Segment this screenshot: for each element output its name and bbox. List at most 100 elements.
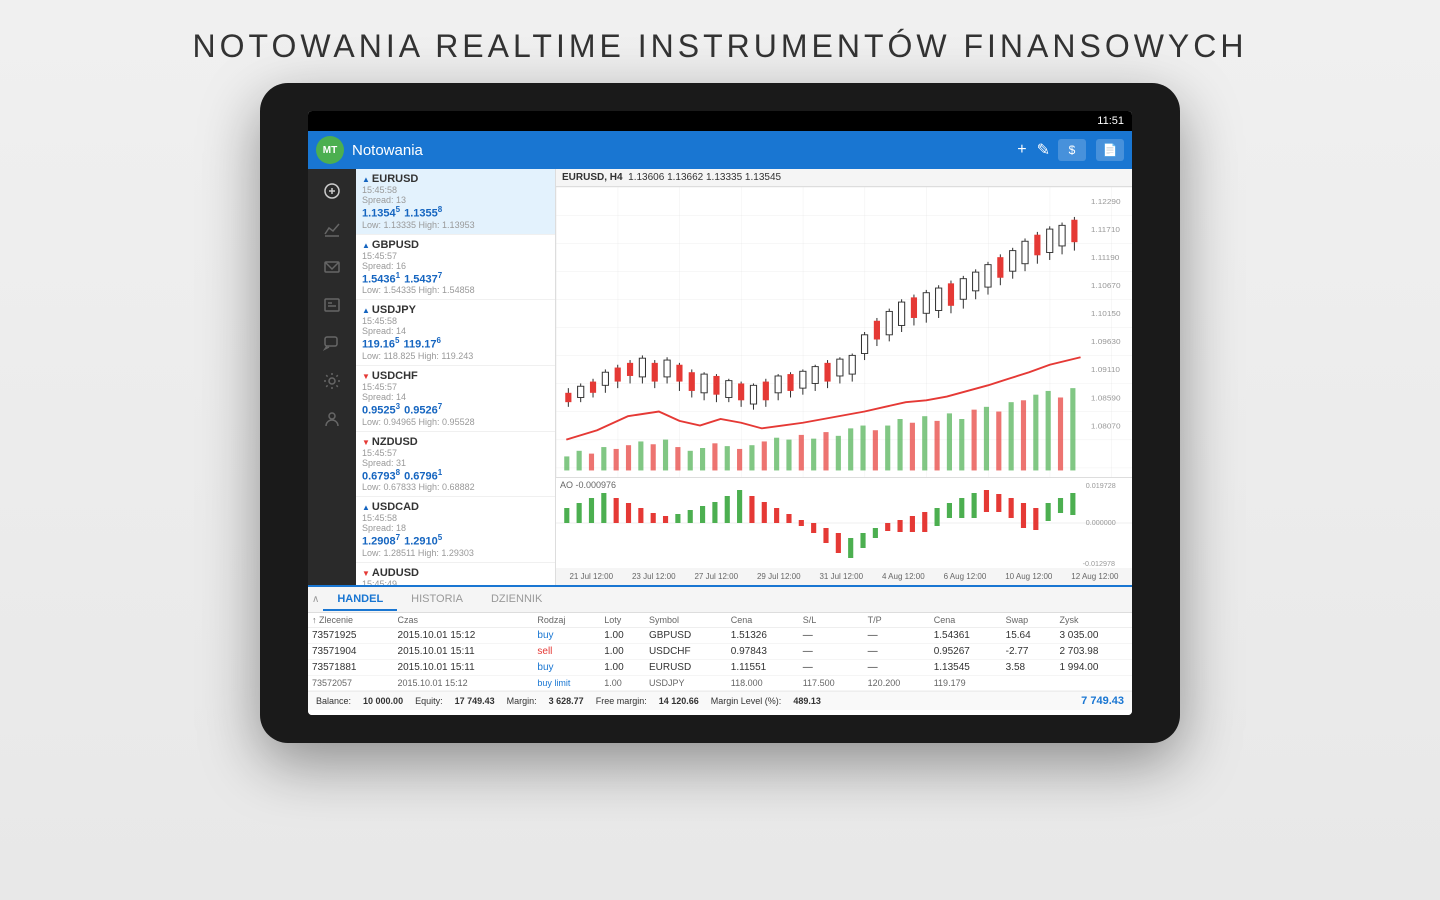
sidebar-settings-icon[interactable] <box>314 363 350 399</box>
ask-price: 0.67961 <box>404 468 442 483</box>
order-time: 2015.10.01 15:11 <box>394 644 534 660</box>
ask-super: 7 <box>438 271 442 280</box>
sidebar-quotes-icon[interactable] <box>314 173 350 209</box>
table-row[interactable]: 73571904 2015.10.01 15:11 sell 1.00 USDC… <box>308 644 1132 660</box>
svg-text:1.09630: 1.09630 <box>1091 338 1121 347</box>
order-lots: 1.00 <box>600 628 645 644</box>
sidebar <box>308 169 356 585</box>
margin-value: 3 628.77 <box>549 696 584 706</box>
currency-icon[interactable]: $ <box>1058 139 1086 161</box>
svg-text:1.12290: 1.12290 <box>1091 197 1121 206</box>
order-type: buy <box>533 628 600 644</box>
pair-name: ▼NZDUSD <box>362 436 418 448</box>
low-high: Low: 1.54335 High: 1.54858 <box>362 285 549 295</box>
ao-label: AO -0.000976 <box>560 480 616 490</box>
pending-order-lots: 1.00 <box>600 676 645 691</box>
quote-item-gbpusd[interactable]: ▲GBPUSD 15:45:57 Spread: 16 1.54361 1.54… <box>356 235 555 301</box>
quote-time: 15:45:58 <box>362 185 549 195</box>
pair-name: ▲GBPUSD <box>362 239 419 251</box>
table-row[interactable]: 73571881 2015.10.01 15:11 buy 1.00 EURUS… <box>308 660 1132 676</box>
pending-order-id: 73572057 <box>308 676 394 691</box>
svg-text:-0.012978: -0.012978 <box>1083 560 1115 568</box>
tab-handel[interactable]: HANDEL <box>323 589 397 611</box>
col-zysk: Zysk <box>1055 613 1132 628</box>
ask-price: 119.176 <box>404 336 442 351</box>
order-sl: — <box>799 628 864 644</box>
quote-item-usdjpy[interactable]: ▲USDJPY 15:45:58 Spread: 14 119.165 119.… <box>356 300 555 366</box>
tab-dziennik[interactable]: DZIENNIK <box>477 589 556 611</box>
balance-label: Balance: <box>316 696 351 706</box>
pair-name: ▼USDCHF <box>362 370 418 382</box>
order-cur-price: 1.54361 <box>930 628 1002 644</box>
clock: 11:51 <box>1097 115 1124 127</box>
order-profit: 2 703.98 <box>1055 644 1132 660</box>
quote-item-usdchf[interactable]: ▼USDCHF 15:45:57 Spread: 14 0.95253 0.95… <box>356 366 555 432</box>
col-tp: T/P <box>864 613 930 628</box>
col-symbol: Symbol <box>645 613 727 628</box>
tablet-screen: 11:51 MT Notowania + ✎ $ 📄 <box>308 111 1132 715</box>
margin-level-label: Margin Level (%): <box>711 696 782 706</box>
order-type: buy <box>533 660 600 676</box>
col-loty: Loty <box>600 613 645 628</box>
bid-price: 0.67938 <box>362 468 400 483</box>
trend-arrow: ▲ <box>362 306 370 315</box>
col-zlecenie: ↑ Zlecenie <box>308 613 394 628</box>
quote-spread: Spread: 18 <box>362 523 549 533</box>
quote-prices: 0.67938 0.67961 <box>362 468 549 483</box>
bid-super: 8 <box>396 468 400 477</box>
svg-text:0.000000: 0.000000 <box>1086 519 1116 527</box>
pending-order-price: 118.000 <box>727 676 799 691</box>
pending-order-type: buy limit <box>533 676 600 691</box>
sidebar-terminal-icon[interactable] <box>314 287 350 323</box>
quote-spread: Spread: 13 <box>362 195 549 205</box>
col-cena: Cena <box>727 613 799 628</box>
order-symbol: GBPUSD <box>645 628 727 644</box>
quote-item-usdcad[interactable]: ▲USDCAD 15:45:58 Spread: 18 1.29087 1.29… <box>356 497 555 563</box>
col-czas: Czas <box>394 613 534 628</box>
table-row[interactable]: 73571925 2015.10.01 15:12 buy 1.00 GBPUS… <box>308 628 1132 644</box>
tab-historia[interactable]: HISTORIA <box>397 589 477 611</box>
bottom-section: ∧ HANDEL HISTORIA DZIENNIK ↑ Zlecenie Cz… <box>308 585 1132 715</box>
low-high: Low: 118.825 High: 119.243 <box>362 351 549 361</box>
pending-order-row[interactable]: 73572057 2015.10.01 15:12 buy limit 1.00… <box>308 676 1132 691</box>
quote-item-eurusd[interactable]: ▲EURUSD 15:45:58 Spread: 13 1.13545 1.13… <box>356 169 555 235</box>
pending-order-swap <box>1002 676 1056 691</box>
order-profit: 3 035.00 <box>1055 628 1132 644</box>
order-symbol: EURUSD <box>645 660 727 676</box>
col-cur-cena: Cena <box>930 613 1002 628</box>
bid-super: 5 <box>396 205 400 214</box>
chart-area: EURUSD, H4 1.13606 1.13662 1.13335 1.135… <box>556 169 1132 585</box>
chart-container[interactable]: 1.12290 1.11710 1.11190 1.10670 1.10150 … <box>556 187 1132 477</box>
header-right-icons: $ 📄 <box>1058 139 1124 161</box>
add-icon[interactable]: + <box>1017 141 1026 159</box>
quote-time: 15:45:57 <box>362 251 549 261</box>
ask-super: 8 <box>438 205 442 214</box>
svg-text:1.09110: 1.09110 <box>1091 366 1121 375</box>
document-icon[interactable]: 📄 <box>1096 139 1124 161</box>
quote-time: 15:45:57 <box>362 448 549 458</box>
sidebar-mail-icon[interactable] <box>314 249 350 285</box>
quote-prices: 1.13545 1.13558 <box>362 205 549 220</box>
time-label: 23 Jul 12:00 <box>632 572 676 581</box>
quote-item-nzdusd[interactable]: ▼NZDUSD 15:45:57 Spread: 31 0.67938 0.67… <box>356 432 555 498</box>
bid-super: 5 <box>395 336 399 345</box>
quote-time: 15:45:57 <box>362 382 549 392</box>
time-label: 21 Jul 12:00 <box>569 572 613 581</box>
quote-item-audusd[interactable]: ▼AUDUSD 15:45:49 Spread: 21 0.72613 0.72… <box>356 563 555 585</box>
order-sl: — <box>799 644 864 660</box>
order-swap: -2.77 <box>1002 644 1056 660</box>
app-title: Notowania <box>352 142 1009 159</box>
tablet-device: 11:51 MT Notowania + ✎ $ 📄 <box>260 83 1180 743</box>
pair-name: ▲EURUSD <box>362 173 418 185</box>
svg-text:1.08590: 1.08590 <box>1091 394 1121 403</box>
sidebar-chat-icon[interactable] <box>314 325 350 361</box>
sidebar-account-icon[interactable] <box>314 401 350 437</box>
sidebar-chart-icon[interactable] <box>314 211 350 247</box>
pair-name: ▲USDJPY <box>362 304 416 316</box>
order-lots: 1.00 <box>600 660 645 676</box>
bid-price: 0.95253 <box>362 402 400 417</box>
low-high: Low: 0.94965 High: 0.95528 <box>362 417 549 427</box>
svg-text:1.11190: 1.11190 <box>1091 253 1120 262</box>
edit-icon[interactable]: ✎ <box>1037 140 1050 160</box>
bid-price: 1.29087 <box>362 533 400 548</box>
